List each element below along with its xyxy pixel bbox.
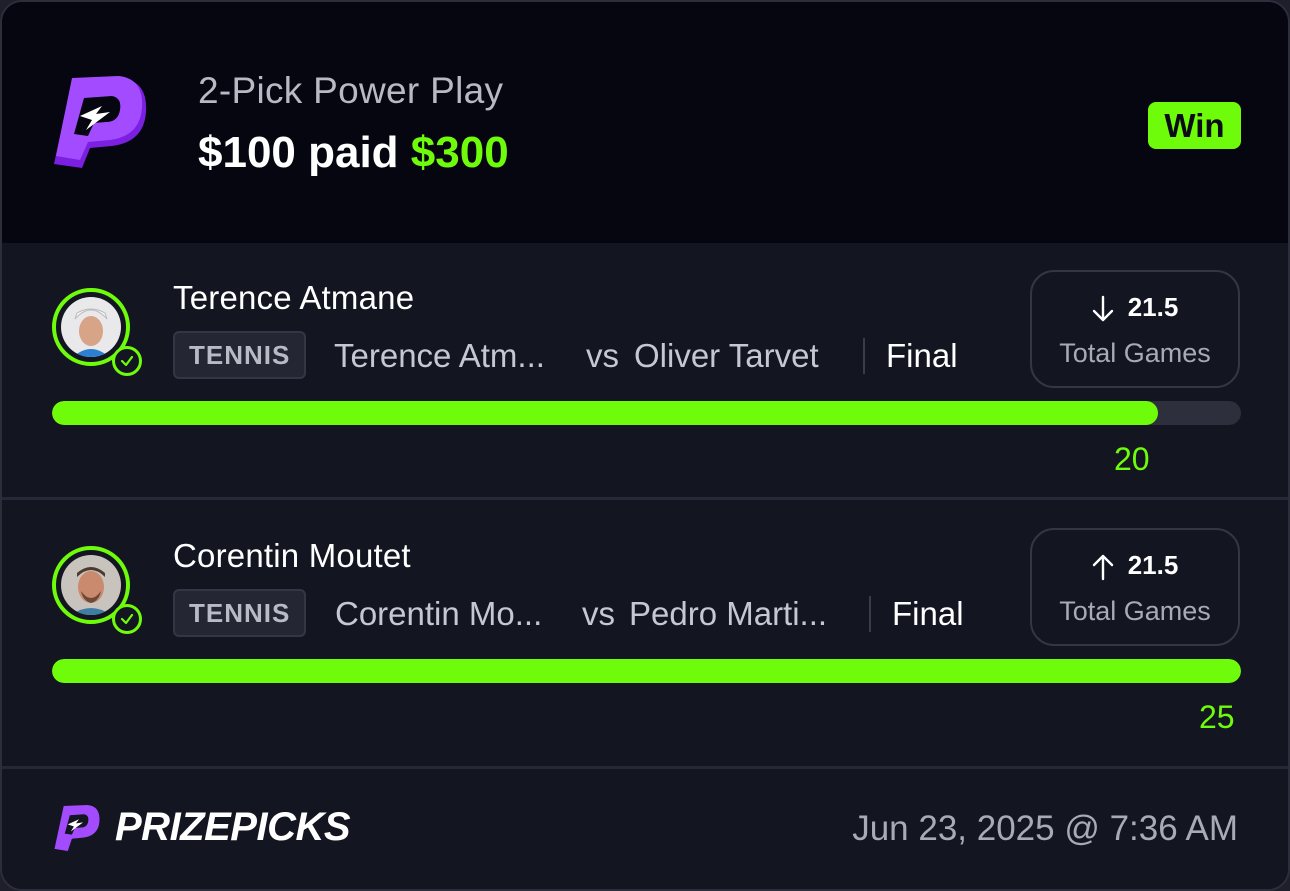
progress-bar — [52, 401, 1241, 425]
entry-payout: $100 paid $300 — [198, 128, 509, 178]
brand-wordmark: PRIZEPICKS — [115, 805, 351, 849]
prizepicks-logo-icon — [54, 805, 100, 851]
line-value: 21.5 — [1127, 550, 1179, 580]
row-divider — [2, 497, 1288, 500]
result-value: 25 — [1199, 699, 1235, 735]
sport-tag: TENNIS — [173, 331, 307, 379]
player-photo-icon — [61, 555, 121, 615]
stat-label: Total Games — [1059, 596, 1211, 626]
team-b: Pedro Marti... — [629, 595, 828, 632]
game-status: Final — [886, 337, 958, 374]
entry-title: 2-Pick Power Play — [198, 70, 504, 111]
divider — [869, 596, 871, 632]
arrow-up-icon — [1092, 554, 1113, 581]
line-value: 21.5 — [1127, 292, 1179, 322]
progress-fill — [52, 659, 1241, 683]
check-icon — [112, 346, 142, 376]
status-badge: Win — [1148, 102, 1241, 149]
vs-label: vs — [582, 595, 615, 632]
sport-tag: TENNIS — [173, 589, 307, 637]
player-name: Corentin Moutet — [173, 537, 411, 574]
pick-row[interactable]: Terence Atmane TENNIS Terence Atm... vs … — [2, 243, 1288, 497]
stat-label: Total Games — [1059, 338, 1211, 368]
arrow-down-icon — [1092, 295, 1113, 322]
paid-prefix: $100 paid — [198, 128, 399, 177]
check-icon — [112, 604, 142, 634]
team-b: Oliver Tarvet — [634, 337, 819, 374]
projection-box: 21.5 Total Games — [1030, 270, 1240, 388]
team-a: Terence Atm... — [334, 337, 545, 374]
paid-amount: $300 — [410, 128, 509, 177]
progress-bar — [52, 659, 1241, 683]
progress-fill — [52, 401, 1158, 425]
entry-header: 2-Pick Power Play $100 paid $300 Win — [2, 2, 1288, 243]
prizepicks-logo-icon — [54, 76, 147, 168]
avatar — [52, 546, 142, 634]
result-value: 20 — [1114, 441, 1150, 477]
pick-row[interactable]: Corentin Moutet TENNIS Corentin Mo... vs… — [2, 501, 1288, 755]
projection-box: 21.5 Total Games — [1030, 528, 1240, 646]
avatar — [52, 288, 142, 376]
player-photo-icon — [61, 297, 121, 357]
vs-label: vs — [586, 337, 619, 374]
divider — [863, 338, 865, 374]
game-status: Final — [892, 595, 964, 632]
entry-timestamp: Jun 23, 2025 @ 7:36 AM — [852, 809, 1238, 848]
entry-footer: PRIZEPICKS Jun 23, 2025 @ 7:36 AM — [2, 769, 1288, 889]
entry-card: 2-Pick Power Play $100 paid $300 Win Ter… — [0, 0, 1290, 891]
team-a: Corentin Mo... — [335, 595, 543, 632]
player-name: Terence Atmane — [173, 279, 415, 316]
